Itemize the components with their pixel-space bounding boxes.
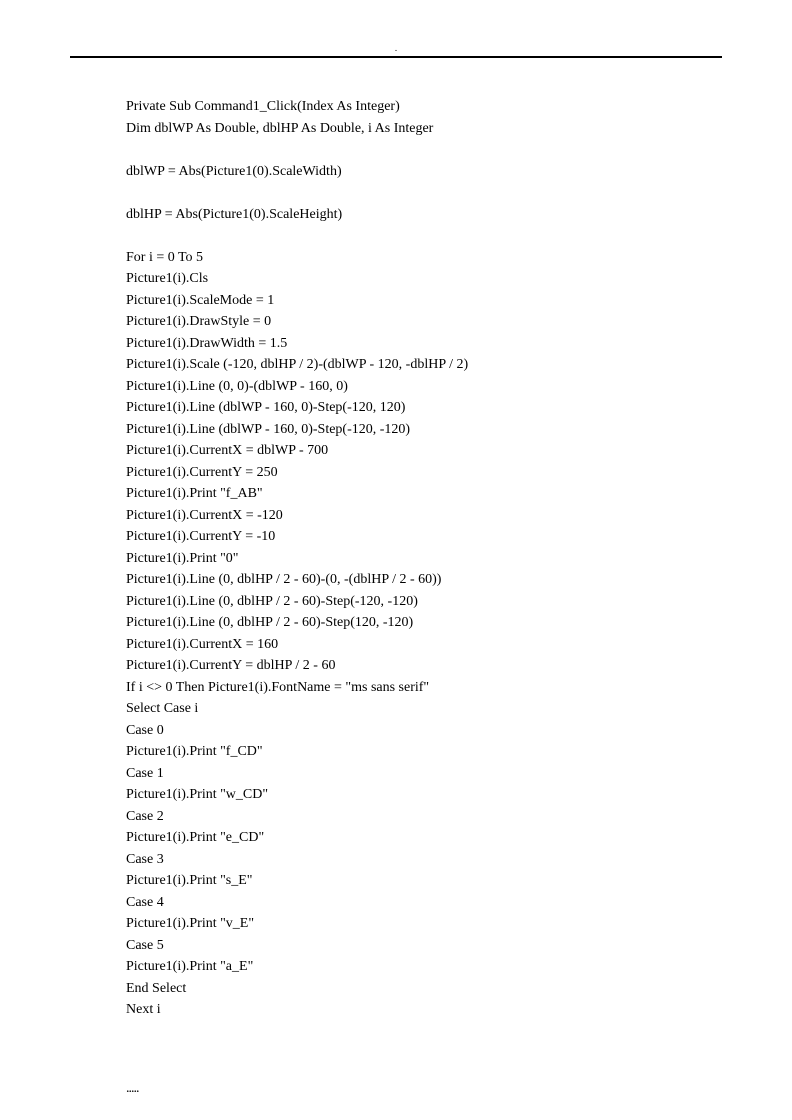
- code-line: Next i: [126, 999, 722, 1021]
- code-line: Picture1(i).Scale (-120, dblHP / 2)-(dbl…: [126, 354, 722, 376]
- code-line: Picture1(i).CurrentY = -10: [126, 526, 722, 548]
- code-line: Picture1(i).Print "f_CD": [126, 741, 722, 763]
- blank-line: [126, 182, 722, 204]
- code-line: Picture1(i).Print "a_E": [126, 956, 722, 978]
- code-line: Picture1(i).CurrentY = 250: [126, 462, 722, 484]
- code-line: For i = 0 To 5: [126, 247, 722, 269]
- document-page: . Private Sub Command1_Click(Index As In…: [0, 0, 792, 1120]
- code-line: Picture1(i).Line (0, 0)-(dblWP - 160, 0): [126, 376, 722, 398]
- code-line: Picture1(i).CurrentX = -120: [126, 505, 722, 527]
- code-line: Picture1(i).ScaleMode = 1: [126, 290, 722, 312]
- code-line: Picture1(i).CurrentX = 160: [126, 634, 722, 656]
- code-line: Picture1(i).DrawStyle = 0: [126, 311, 722, 333]
- code-listing: Private Sub Command1_Click(Index As Inte…: [126, 96, 722, 1021]
- code-line: Picture1(i).Line (dblWP - 160, 0)-Step(-…: [126, 397, 722, 419]
- code-line: Case 0: [126, 720, 722, 742]
- footer-ellipsis: .....: [126, 1081, 722, 1097]
- code-line: Select Case i: [126, 698, 722, 720]
- code-line: Case 2: [126, 806, 722, 828]
- code-line: End Select: [126, 978, 722, 1000]
- code-line: Picture1(i).Line (0, dblHP / 2 - 60)-Ste…: [126, 612, 722, 634]
- code-line: Dim dblWP As Double, dblHP As Double, i …: [126, 118, 722, 140]
- code-line: Picture1(i).CurrentY = dblHP / 2 - 60: [126, 655, 722, 677]
- code-line: Private Sub Command1_Click(Index As Inte…: [126, 96, 722, 118]
- code-line: Picture1(i).Print "w_CD": [126, 784, 722, 806]
- code-line: Picture1(i).Print "v_E": [126, 913, 722, 935]
- code-line: Picture1(i).Print "0": [126, 548, 722, 570]
- code-line: Picture1(i).Print "e_CD": [126, 827, 722, 849]
- blank-line: [126, 225, 722, 247]
- code-line: Picture1(i).DrawWidth = 1.5: [126, 333, 722, 355]
- code-line: dblHP = Abs(Picture1(0).ScaleHeight): [126, 204, 722, 226]
- code-line: Picture1(i).CurrentX = dblWP - 700: [126, 440, 722, 462]
- blank-line: [126, 139, 722, 161]
- top-rule: [70, 56, 722, 58]
- code-line: Picture1(i).Print "s_E": [126, 870, 722, 892]
- code-line: Case 1: [126, 763, 722, 785]
- code-line: Picture1(i).Line (0, dblHP / 2 - 60)-Ste…: [126, 591, 722, 613]
- code-line: Case 5: [126, 935, 722, 957]
- header-dot: .: [70, 46, 722, 52]
- code-line: Case 4: [126, 892, 722, 914]
- code-line: Picture1(i).Line (0, dblHP / 2 - 60)-(0,…: [126, 569, 722, 591]
- code-line: dblWP = Abs(Picture1(0).ScaleWidth): [126, 161, 722, 183]
- code-line: Picture1(i).Line (dblWP - 160, 0)-Step(-…: [126, 419, 722, 441]
- code-line: Picture1(i).Cls: [126, 268, 722, 290]
- code-line: If i <> 0 Then Picture1(i).FontName = "m…: [126, 677, 722, 699]
- code-line: Picture1(i).Print "f_AB": [126, 483, 722, 505]
- code-line: Case 3: [126, 849, 722, 871]
